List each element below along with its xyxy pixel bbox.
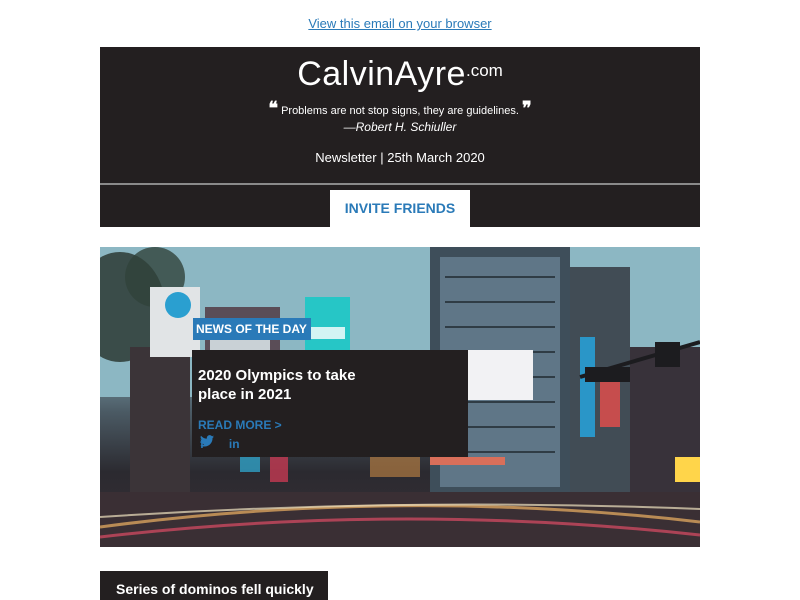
logo-domain: .com: [465, 61, 503, 80]
invite-friends-button[interactable]: INVITE FRIENDS: [330, 190, 470, 227]
logo-wordmark: CalvinAyre: [297, 55, 466, 93]
view-in-browser-link[interactable]: View this email on your browser: [0, 16, 800, 31]
featured-news-title[interactable]: 2020 Olympics to take place in 2021: [198, 366, 398, 404]
quote-author: —Robert H. Schiuller: [343, 120, 457, 134]
email-header: CalvinAyre.com ❝ Problems are not stop s…: [100, 47, 700, 227]
email-page: View this email on your browser CalvinAy…: [0, 0, 800, 600]
calvinayre-logo[interactable]: CalvinAyre.com: [100, 55, 700, 94]
hero-banner: NEWS OF THE DAY 2020 Olympics to take pl…: [100, 247, 700, 547]
open-quote-icon: ❝: [268, 98, 278, 119]
newsletter-date: Newsletter | 25th March 2020: [315, 150, 485, 165]
read-more-link[interactable]: READ MORE >: [198, 418, 282, 432]
linkedin-icon[interactable]: in: [229, 437, 240, 451]
close-quote-icon: ❞: [521, 98, 532, 119]
news-of-the-day-tag: NEWS OF THE DAY: [193, 318, 311, 340]
featured-news-card: 2020 Olympics to take place in 2021 READ…: [192, 350, 468, 457]
next-article-headline[interactable]: Series of dominos fell quickly: [100, 571, 328, 600]
quote: ❝ Problems are not stop signs, they are …: [100, 100, 700, 118]
quote-text: Problems are not stop signs, they are gu…: [281, 105, 519, 117]
social-share-icons: f in: [200, 435, 248, 451]
header-divider: [100, 183, 700, 185]
